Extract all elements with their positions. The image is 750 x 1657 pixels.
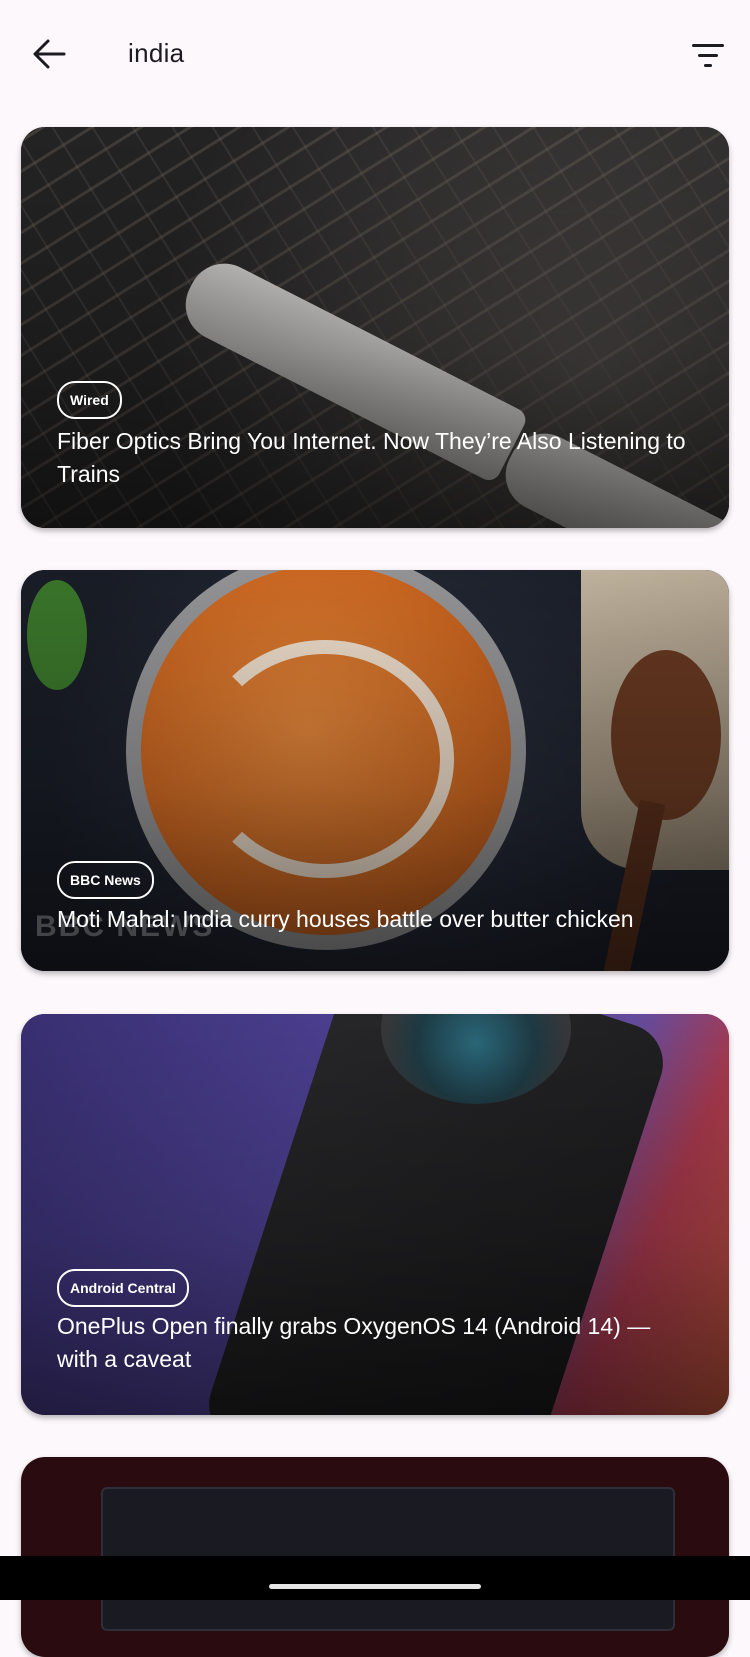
arrow-left-icon	[33, 39, 66, 69]
filter-icon	[692, 44, 724, 47]
article-card[interactable]: BBC NEWS BBC News Moti Mahal: India curr…	[21, 570, 729, 971]
source-badge: Android Central	[57, 1269, 189, 1307]
article-card[interactable]: Wired Fiber Optics Bring You Internet. N…	[21, 127, 729, 528]
source-badge: BBC News	[57, 861, 154, 899]
system-navigation-bar	[0, 1556, 750, 1600]
article-title: Moti Mahal: India curry houses battle ov…	[57, 906, 634, 932]
article-title: Fiber Optics Bring You Internet. Now The…	[57, 428, 686, 487]
search-query[interactable]: india	[128, 38, 184, 69]
article-title: OnePlus Open finally grabs OxygenOS 14 (…	[57, 1313, 651, 1372]
article-card[interactable]: Android Central OnePlus Open finally gra…	[21, 1014, 729, 1415]
top-app-bar: india	[0, 0, 750, 114]
home-gesture-handle[interactable]	[269, 1584, 481, 1589]
source-badge: Wired	[57, 381, 122, 419]
filter-button[interactable]	[688, 38, 728, 70]
back-button[interactable]	[24, 28, 76, 80]
